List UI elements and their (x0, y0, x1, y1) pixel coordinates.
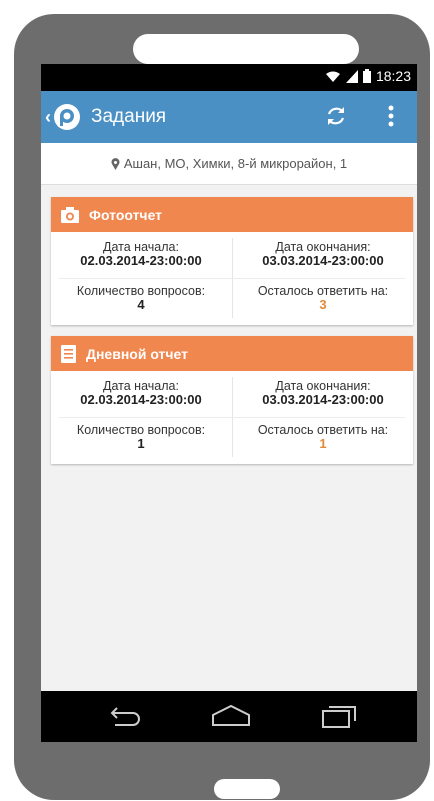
card-details: Дата начала: 02.03.2014-23:00:00 Дата ок… (51, 371, 413, 464)
camera-icon (61, 206, 79, 223)
status-time: 18:23 (375, 68, 411, 84)
document-icon (61, 344, 76, 363)
divider (59, 417, 405, 418)
question-count: Количество вопросов: 4 (51, 284, 231, 312)
card-title: Фотоотчет (89, 206, 163, 223)
page-title: Задания (91, 106, 167, 127)
question-count-label: Количество вопросов: (76, 423, 206, 437)
remaining-count: Осталось ответить на: 1 (233, 423, 413, 451)
card-header: Фотоотчет (51, 197, 413, 232)
card-details: Дата начала: 02.03.2014-23:00:00 Дата ок… (51, 232, 413, 325)
question-count-value: 4 (137, 297, 145, 312)
phone-speaker (133, 34, 359, 64)
task-card-photo-report[interactable]: Фотоотчет Дата начала: 02.03.2014-23:00:… (51, 197, 413, 325)
task-card-daily-report[interactable]: Дневной отчет Дата начала: 02.03.2014-23… (51, 336, 413, 464)
battery-icon (362, 69, 371, 83)
divider (59, 278, 405, 279)
status-bar: 18:23 (41, 64, 417, 91)
end-date: Дата окончания: 03.03.2014-23:00:00 (233, 379, 413, 407)
nav-recents-icon[interactable] (321, 703, 357, 729)
remaining-count: Осталось ответить на: 3 (233, 284, 413, 312)
app-logo-icon[interactable] (53, 103, 81, 131)
wifi-icon (325, 71, 340, 82)
chevron-left-icon[interactable]: ‹ (45, 107, 51, 128)
start-date: Дата начала: 02.03.2014-23:00:00 (51, 240, 231, 268)
remaining-count-value: 1 (319, 436, 327, 451)
card-title: Дневной отчет (86, 345, 188, 362)
card-header: Дневной отчет (51, 336, 413, 371)
question-count-label: Количество вопросов: (76, 284, 206, 298)
nav-home-icon[interactable] (211, 703, 251, 729)
start-date-value: 02.03.2014-23:00:00 (80, 253, 202, 268)
start-date-label: Дата начала: (103, 379, 179, 393)
location-text: Ашан, МО, Химки, 8-й микрорайон, 1 (123, 156, 348, 171)
remaining-count-label: Осталось ответить на: (257, 284, 389, 298)
start-date-value: 02.03.2014-23:00:00 (80, 392, 202, 407)
end-date-value: 03.03.2014-23:00:00 (262, 253, 384, 268)
end-date-label: Дата окончания: (275, 240, 371, 254)
question-count: Количество вопросов: 1 (51, 423, 231, 451)
start-date: Дата начала: 02.03.2014-23:00:00 (51, 379, 231, 407)
location-bar: Ашан, МО, Химки, 8-й микрорайон, 1 (41, 143, 417, 185)
end-date-value: 03.03.2014-23:00:00 (262, 392, 384, 407)
refresh-icon[interactable] (324, 104, 348, 128)
navigation-bar (41, 691, 417, 742)
end-date-label: Дата окончания: (275, 379, 371, 393)
phone-home-button[interactable] (214, 779, 280, 799)
signal-icon (345, 69, 358, 83)
app-bar: ‹ Задания (41, 91, 417, 143)
start-date-label: Дата начала: (103, 240, 179, 254)
remaining-count-value: 3 (319, 297, 327, 312)
location-pin-icon (111, 157, 120, 170)
overflow-menu-icon[interactable] (387, 104, 395, 128)
screen: 18:23 ‹ Задания Ашан, МО, Химки, 8-й мик… (41, 64, 417, 742)
end-date: Дата окончания: 03.03.2014-23:00:00 (233, 240, 413, 268)
question-count-value: 1 (137, 436, 145, 451)
nav-back-icon[interactable] (109, 703, 143, 729)
remaining-count-label: Осталось ответить на: (257, 423, 389, 437)
